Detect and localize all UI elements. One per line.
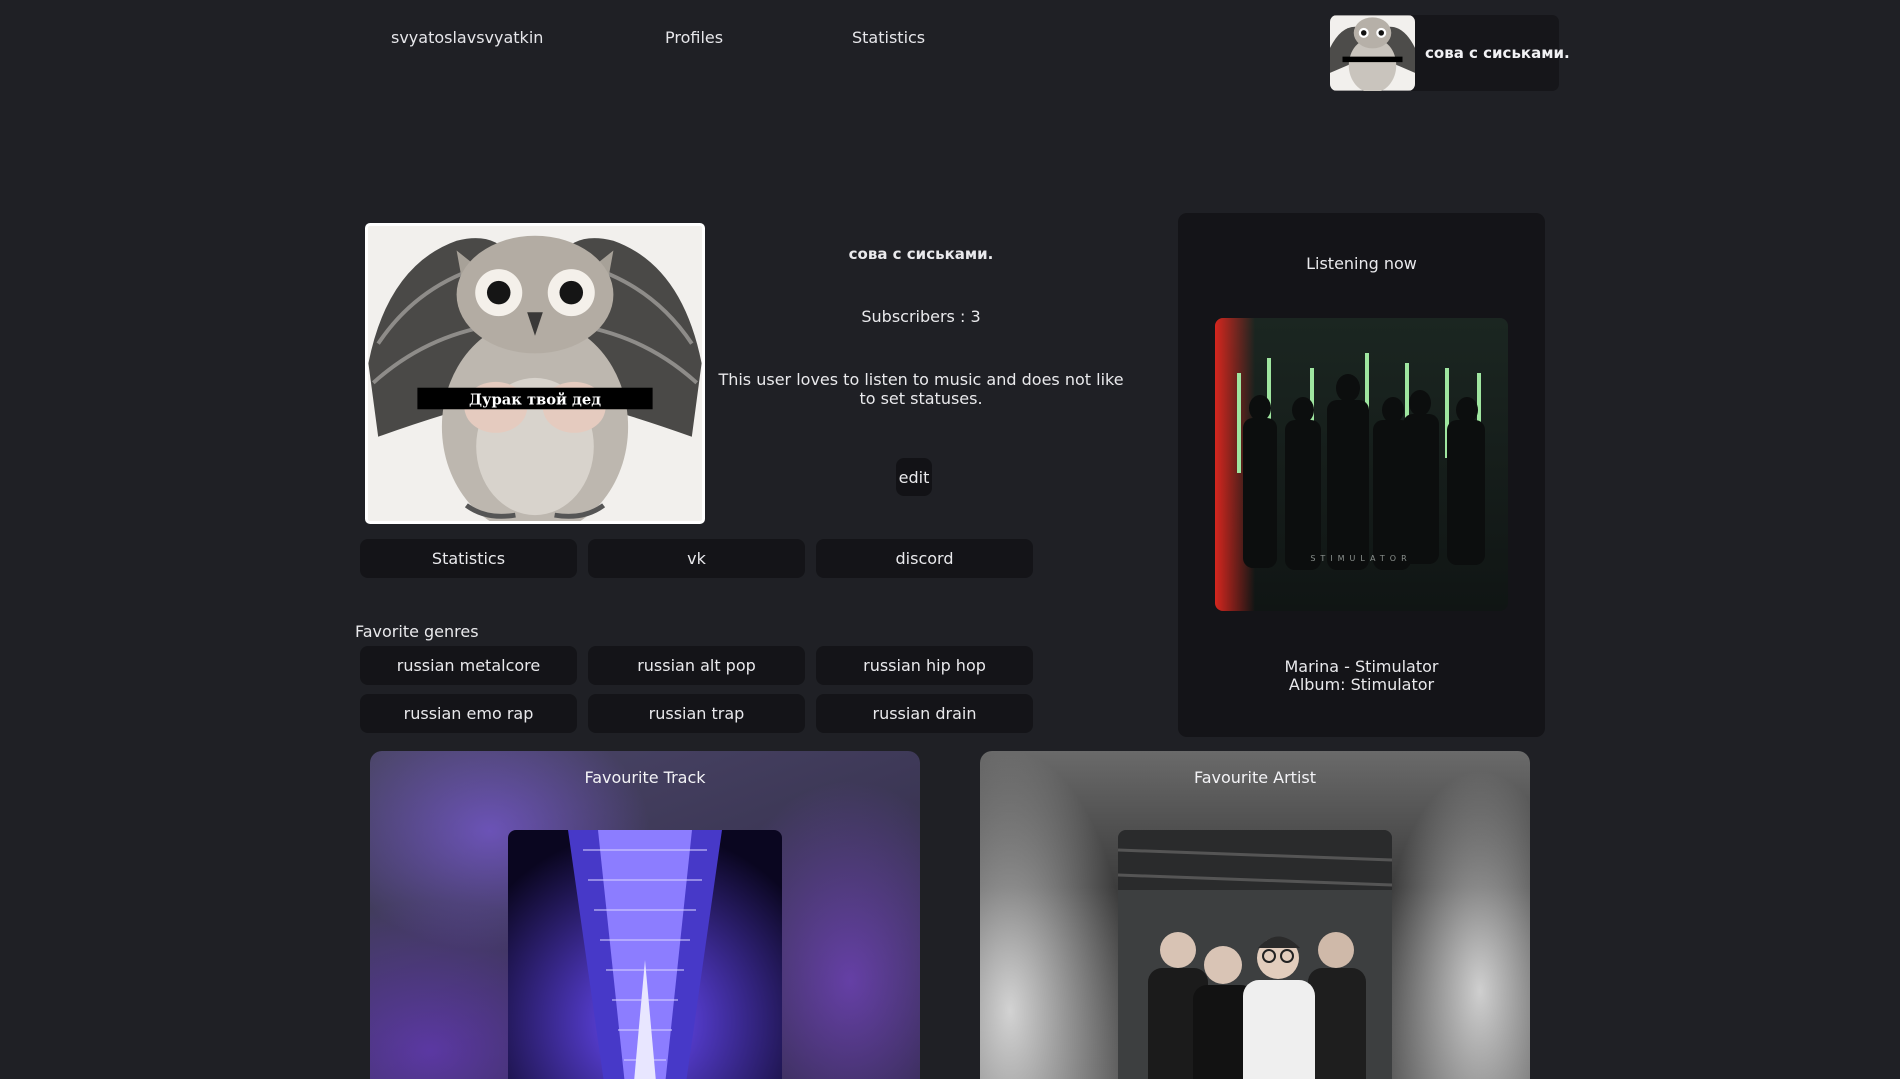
profile-page: svyatoslavsvyatkin Profiles Statistics с… [0,0,1900,1079]
profile-name: сова с сиськами. [848,245,994,263]
nav-statistics-link[interactable]: Statistics [852,28,925,47]
profile-status: This user loves to listen to music and d… [718,370,1124,408]
favourite-artist-card: Favourite Artist [980,751,1530,1079]
favourite-artist-title: Favourite Artist [1193,768,1316,787]
listening-now-card: Listening now STIMULATOR Marina - Stimul… [1178,213,1545,737]
genre-chip[interactable]: russian trap [588,694,805,733]
vk-button[interactable]: vk [588,539,805,578]
favourite-track-card: Favourite Track [370,751,920,1079]
favourite-track-cover[interactable] [508,830,782,1079]
profile-avatar: Дурак твой дед [365,223,705,524]
genre-chip[interactable]: russian alt pop [588,646,805,685]
listening-album-cover[interactable]: STIMULATOR [1215,318,1508,611]
favourite-track-title: Favourite Track [584,768,706,787]
current-user-avatar [1330,15,1415,91]
discord-button[interactable]: discord [816,539,1033,578]
listening-album-name: Album: Stimulator [1288,675,1435,694]
genre-chip[interactable]: russian emo rap [360,694,577,733]
current-user-chip[interactable]: сова с сиськами. [1330,15,1570,91]
genre-chip[interactable]: russian drain [816,694,1033,733]
favourite-artist-photo[interactable] [1118,830,1392,1079]
listening-track-name[interactable]: Marina - Stimulator [1178,658,1545,676]
favorite-genres-title: Favorite genres [355,622,479,641]
nav-username-link[interactable]: svyatoslavsvyatkin [391,28,543,47]
owl-illustration: Дурак твой дед [368,226,702,521]
nav-profiles-link[interactable]: Profiles [665,28,723,47]
subscribers-count: Subscribers : 3 [861,307,981,326]
statistics-button[interactable]: Statistics [360,539,577,578]
listening-track-info: Marina - Stimulator Album: Stimulator [1178,658,1545,694]
genre-chip[interactable]: russian hip hop [816,646,1033,685]
listening-now-title: Listening now [1306,254,1417,273]
listening-cover-text: STIMULATOR [1310,554,1411,563]
genre-chip[interactable]: russian metalcore [360,646,577,685]
edit-button[interactable]: edit [896,458,932,496]
current-user-name: сова с сиськами. [1425,44,1570,62]
avatar-caption: Дурак твой дед [469,391,601,408]
